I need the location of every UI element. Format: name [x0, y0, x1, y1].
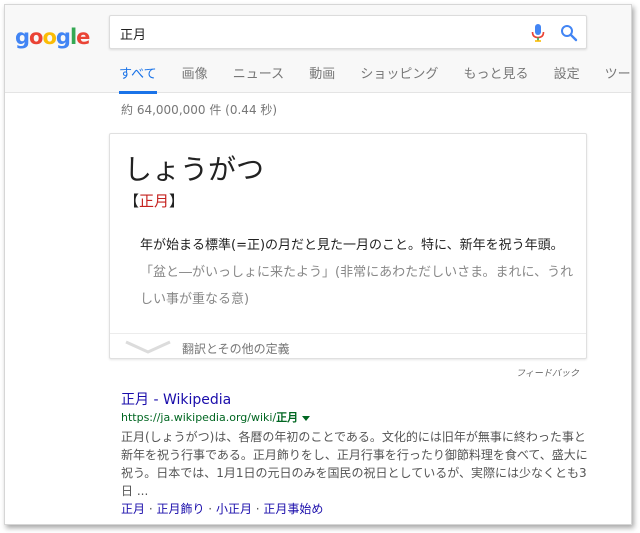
result-snippet: 正月(しょうがつ)は、各暦の年初のことである。文化的には旧年が無事に終わった事と…: [121, 430, 588, 498]
search-box[interactable]: [109, 15, 587, 49]
tab-videos[interactable]: 動画: [309, 64, 335, 94]
sitelink[interactable]: 正月飾り: [156, 502, 204, 516]
search-icon[interactable]: [560, 24, 578, 42]
logo-letter: g: [15, 25, 30, 49]
search-input[interactable]: [120, 22, 500, 44]
result-sitelinks: 正月 · 正月飾り · 小正月 · 正月事始め: [121, 502, 324, 516]
result-stats: 約 64,000,000 件 (0.44 秒): [121, 103, 278, 117]
tab-images[interactable]: 画像: [182, 64, 208, 94]
sitelink[interactable]: 小正月: [216, 502, 252, 516]
headword-text: 正月: [139, 192, 170, 210]
definition-example: 「盆と―がいっしょに来たよう」(非常にあわただしいさま。まれに、うれしい事が重な…: [140, 265, 574, 307]
tab-shopping[interactable]: ショッピング: [360, 64, 438, 94]
more-definitions-link[interactable]: 翻訳とその他の定義: [182, 340, 290, 357]
google-logo[interactable]: google: [15, 22, 90, 52]
sitelink[interactable]: 正月: [121, 502, 145, 516]
search-header: google すべて 画像 ニュース 動画 ショッピング もっと見る 設定 ツー…: [5, 5, 631, 94]
tab-tools[interactable]: ツール: [605, 64, 631, 94]
chevron-down-icon[interactable]: [124, 339, 172, 355]
logo-letter: e: [76, 25, 90, 49]
dictionary-headword: 【正月】: [124, 192, 185, 210]
card-divider: [110, 333, 586, 334]
logo-letter: o: [42, 25, 56, 49]
tab-settings[interactable]: 設定: [554, 64, 580, 94]
tab-more[interactable]: もっと見る: [463, 64, 528, 94]
microphone-icon[interactable]: [531, 24, 545, 42]
browser-frame: google すべて 画像 ニュース 動画 ショッピング もっと見る 設定 ツー…: [4, 4, 632, 525]
tab-all[interactable]: すべて: [119, 64, 157, 94]
sitelink[interactable]: 正月事始め: [263, 502, 323, 516]
url-dropdown-caret-icon[interactable]: [302, 415, 311, 421]
definition-text: 年が始まる標準(=正)の月だと見た一月のこと。特に、新年を祝う年頭。: [140, 238, 564, 253]
search-result: 正月 - Wikipedia https://ja.wikipedia.org/…: [121, 390, 591, 518]
result-url: https://ja.wikipedia.org/wiki/正月: [121, 410, 591, 426]
result-title-link[interactable]: 正月 - Wikipedia: [121, 390, 591, 410]
dictionary-definition: 年が始まる標準(=正)の月だと見た一月のこと。特に、新年を祝う年頭。 「盆と―が…: [140, 232, 580, 313]
search-tabs: すべて 画像 ニュース 動画 ショッピング もっと見る 設定 ツール: [119, 63, 631, 94]
dictionary-reading: しょうがつ: [124, 153, 265, 186]
tab-news[interactable]: ニュース: [233, 64, 284, 94]
dictionary-card: しょうがつ 【正月】 年が始まる標準(=正)の月だと見た一月のこと。特に、新年を…: [109, 133, 587, 359]
logo-letter: o: [29, 25, 43, 49]
feedback-link[interactable]: フィードバック: [516, 366, 579, 379]
logo-letter: g: [55, 25, 71, 49]
